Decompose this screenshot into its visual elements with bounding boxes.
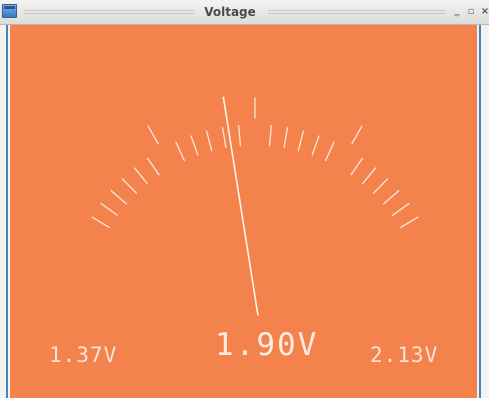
scale-min-label: 1.37V xyxy=(49,343,118,367)
gauge-tick xyxy=(268,125,272,147)
gauge-tick xyxy=(362,167,377,185)
gauge-tick xyxy=(175,141,185,162)
title-bar[interactable]: Voltage ‗ ▫ × xyxy=(0,0,489,25)
gauge-tick xyxy=(221,127,227,149)
gauge-tick xyxy=(238,125,242,147)
gauge-tick xyxy=(311,135,320,156)
gauge-needle xyxy=(222,96,259,316)
gauge-major-tick xyxy=(147,125,159,145)
gauge-scale xyxy=(91,97,419,229)
gauge-tick xyxy=(372,178,389,194)
gauge-tick xyxy=(283,127,289,149)
close-icon[interactable]: × xyxy=(479,5,489,19)
scale-max-label: 2.13V xyxy=(370,343,439,367)
window-frame-right xyxy=(477,25,489,398)
gauge-tick xyxy=(392,202,410,216)
gauge-tick xyxy=(382,190,400,205)
gauge-tick xyxy=(91,216,110,229)
gauge-major-tick xyxy=(351,125,363,145)
gauge-tick xyxy=(146,157,160,176)
voltage-window: Voltage ‗ ▫ × 1.37V 1.90V 2.13V xyxy=(0,0,489,398)
gauge-tick xyxy=(190,135,199,156)
title-bar-grip-right xyxy=(268,10,446,14)
gauge-tick xyxy=(100,202,118,216)
maximize-icon[interactable]: ▫ xyxy=(465,5,477,19)
window-frame-left xyxy=(0,25,10,398)
current-voltage-readout: 1.90V xyxy=(215,327,319,363)
gauge-tick xyxy=(110,190,128,205)
gauge-tick xyxy=(325,141,335,162)
gauge-tick xyxy=(205,130,213,152)
gauge-tick xyxy=(350,157,364,176)
gauge-tick xyxy=(121,178,138,194)
gauge-tick xyxy=(297,130,305,152)
gauge-tick xyxy=(400,216,419,229)
gauge-tick xyxy=(133,167,148,185)
minimize-icon[interactable]: ‗ xyxy=(451,5,463,19)
meter-panel: 1.37V 1.90V 2.13V xyxy=(10,25,477,398)
